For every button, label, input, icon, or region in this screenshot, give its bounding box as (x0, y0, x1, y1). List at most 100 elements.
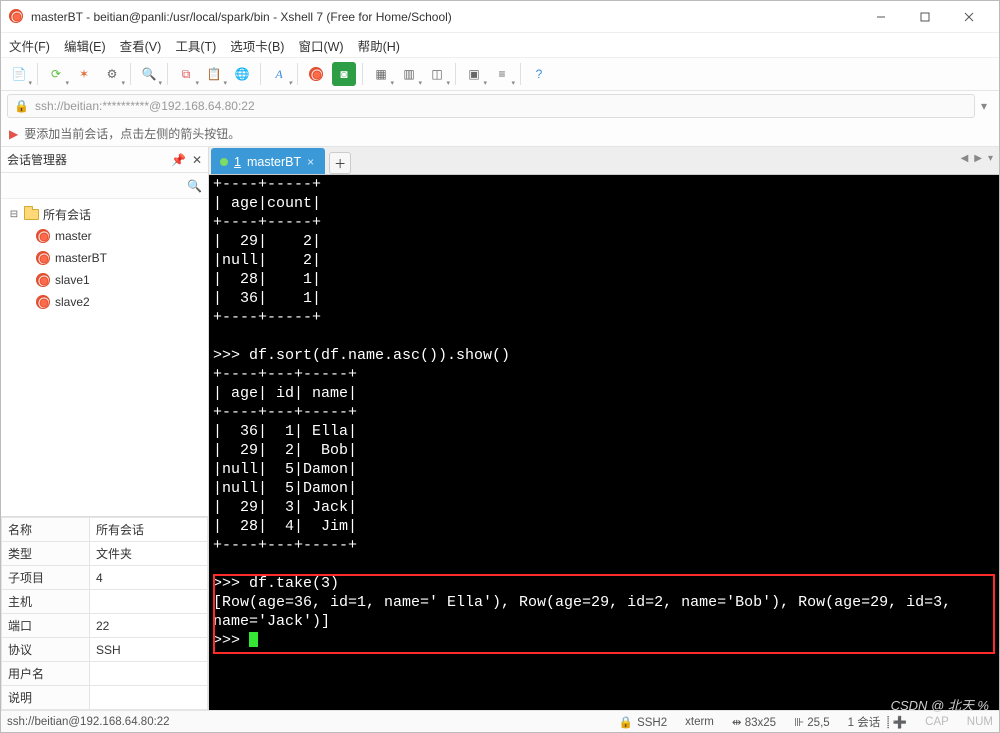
toolbar-sep (260, 63, 261, 85)
session-icon (35, 294, 51, 310)
layout-icon[interactable]: ▦ (369, 62, 393, 86)
menu-edit[interactable]: 编辑(E) (64, 36, 106, 55)
session-icon (35, 228, 51, 244)
tabbar: 1 masterBT × ＋ ◀ ▶ ▾ (209, 147, 999, 175)
titlebar: masterBT - beitian@panli:/usr/local/spar… (1, 1, 999, 33)
status-termtype: xterm (685, 716, 714, 728)
search-icon: 🔍 (187, 179, 202, 193)
xftp-icon[interactable]: ◙ (332, 62, 356, 86)
tree-item-label: masterBT (55, 251, 107, 265)
xshell-icon[interactable] (304, 62, 328, 86)
tab-prev-icon[interactable]: ◀ (961, 153, 969, 164)
pin-icon[interactable]: 📌 (171, 153, 186, 167)
prop-val: SSH (90, 638, 208, 662)
tree-item-master[interactable]: master (5, 225, 204, 247)
lock-icon: 🔒 (619, 717, 633, 729)
tab-label: masterBT (247, 155, 301, 169)
address-dropdown-icon[interactable]: ▾ (975, 99, 993, 113)
panel-icon[interactable]: ◫ (425, 62, 449, 86)
font-icon[interactable]: A (267, 62, 291, 86)
tab-index: 1 (234, 155, 241, 169)
status-sessions: 1 会话 ⸽ ➕ (848, 714, 907, 730)
app-icon (9, 9, 25, 25)
prop-row: 类型文件夹 (2, 542, 208, 566)
addressbar: 🔒 ssh://beitian:**********@192.168.64.80… (1, 91, 999, 121)
prop-row: 协议SSH (2, 638, 208, 662)
expand-icon[interactable]: ⊟ (9, 209, 19, 220)
prop-row: 说明 (2, 686, 208, 710)
toolbar-sep (455, 63, 456, 85)
status-dot-icon (220, 158, 228, 166)
prop-key: 用户名 (2, 662, 90, 686)
tree-item-label: slave2 (55, 295, 90, 309)
globe-icon[interactable]: 🌐 (230, 62, 254, 86)
tab-masterbt[interactable]: 1 masterBT × (211, 148, 325, 174)
minimize-button[interactable] (859, 3, 903, 31)
hint-text: 要添加当前会话，点击左侧的箭头按钮。 (24, 125, 240, 142)
main: 会话管理器 📌 ✕ 🔍 ⊟ 所有会话 master ma (1, 147, 999, 710)
status-proto: 🔒SSH2 (619, 715, 667, 729)
reconnect-icon[interactable]: ⟳ (44, 62, 68, 86)
app-window: masterBT - beitian@panli:/usr/local/spar… (0, 0, 1000, 733)
toolbar-sep (37, 63, 38, 85)
prop-val: 4 (90, 566, 208, 590)
toolbar-sep (362, 63, 363, 85)
prop-row: 主机 (2, 590, 208, 614)
copy-icon[interactable]: ⧉ (174, 62, 198, 86)
sidebar: 会话管理器 📌 ✕ 🔍 ⊟ 所有会话 master ma (1, 147, 209, 710)
tree-item-label: master (55, 229, 92, 243)
tile-icon[interactable]: ▥ (397, 62, 421, 86)
toolbar-sep (130, 63, 131, 85)
new-tab-button[interactable]: ＋ (329, 152, 351, 174)
tab-next-icon[interactable]: ▶ (974, 153, 982, 164)
prop-row: 子项目4 (2, 566, 208, 590)
menu-view[interactable]: 查看(V) (120, 36, 162, 55)
sidebar-header: 会话管理器 📌 ✕ (1, 147, 208, 173)
tree-item-slave2[interactable]: slave2 (5, 291, 204, 313)
search-icon[interactable]: 🔍 (137, 62, 161, 86)
hintbar: ▶ 要添加当前会话，点击左侧的箭头按钮。 (1, 121, 999, 147)
prop-val: 所有会话 (90, 518, 208, 542)
menu-window[interactable]: 窗口(W) (298, 36, 343, 55)
tree-item-label: slave1 (55, 273, 90, 287)
toolbar-sep (167, 63, 168, 85)
sidebar-title: 会话管理器 (7, 151, 171, 168)
address-field[interactable]: 🔒 ssh://beitian:**********@192.168.64.80… (7, 94, 975, 118)
properties-panel: 名称所有会话 类型文件夹 子项目4 主机 端口22 协议SSH 用户名 说明 (1, 516, 208, 710)
script-icon[interactable]: ≡ (490, 62, 514, 86)
new-session-icon[interactable]: 📄 (7, 62, 31, 86)
prop-val: 文件夹 (90, 542, 208, 566)
menu-tab[interactable]: 选项卡(B) (230, 36, 284, 55)
tree-item-slave1[interactable]: slave1 (5, 269, 204, 291)
prop-key: 说明 (2, 686, 90, 710)
maximize-button[interactable] (903, 3, 947, 31)
tab-nav: ◀ ▶ ▾ (961, 153, 993, 164)
prop-key: 协议 (2, 638, 90, 662)
tab-close-icon[interactable]: × (307, 155, 314, 169)
highlight-box (213, 574, 995, 654)
paste-icon[interactable]: 📋 (202, 62, 226, 86)
menu-file[interactable]: 文件(F) (9, 36, 50, 55)
menubar: 文件(F) 编辑(E) 查看(V) 工具(T) 选项卡(B) 窗口(W) 帮助(… (1, 33, 999, 57)
prop-key: 端口 (2, 614, 90, 638)
window-title: masterBT - beitian@panli:/usr/local/spar… (31, 10, 859, 24)
menu-tools[interactable]: 工具(T) (175, 36, 216, 55)
tree-root[interactable]: ⊟ 所有会话 (5, 203, 204, 225)
tree-item-masterbt[interactable]: masterBT (5, 247, 204, 269)
folder-icon (23, 206, 39, 222)
terminal-icon[interactable]: ▣ (462, 62, 486, 86)
prop-row: 名称所有会话 (2, 518, 208, 542)
sidebar-close-icon[interactable]: ✕ (192, 153, 202, 167)
prop-key: 子项目 (2, 566, 90, 590)
help-icon[interactable]: ? (527, 62, 551, 86)
sidebar-search[interactable]: 🔍 (1, 173, 208, 199)
terminal[interactable]: +----+-----+ | age|count| +----+-----+ |… (209, 175, 999, 710)
close-button[interactable] (947, 3, 991, 31)
prop-val (90, 662, 208, 686)
session-tree: ⊟ 所有会话 master masterBT slave1 (1, 199, 208, 516)
menu-help[interactable]: 帮助(H) (358, 36, 400, 55)
settings-icon[interactable]: ⚙ (100, 62, 124, 86)
tab-menu-icon[interactable]: ▾ (988, 153, 993, 164)
disconnect-icon[interactable]: ✶ (72, 62, 96, 86)
session-icon (35, 272, 51, 288)
